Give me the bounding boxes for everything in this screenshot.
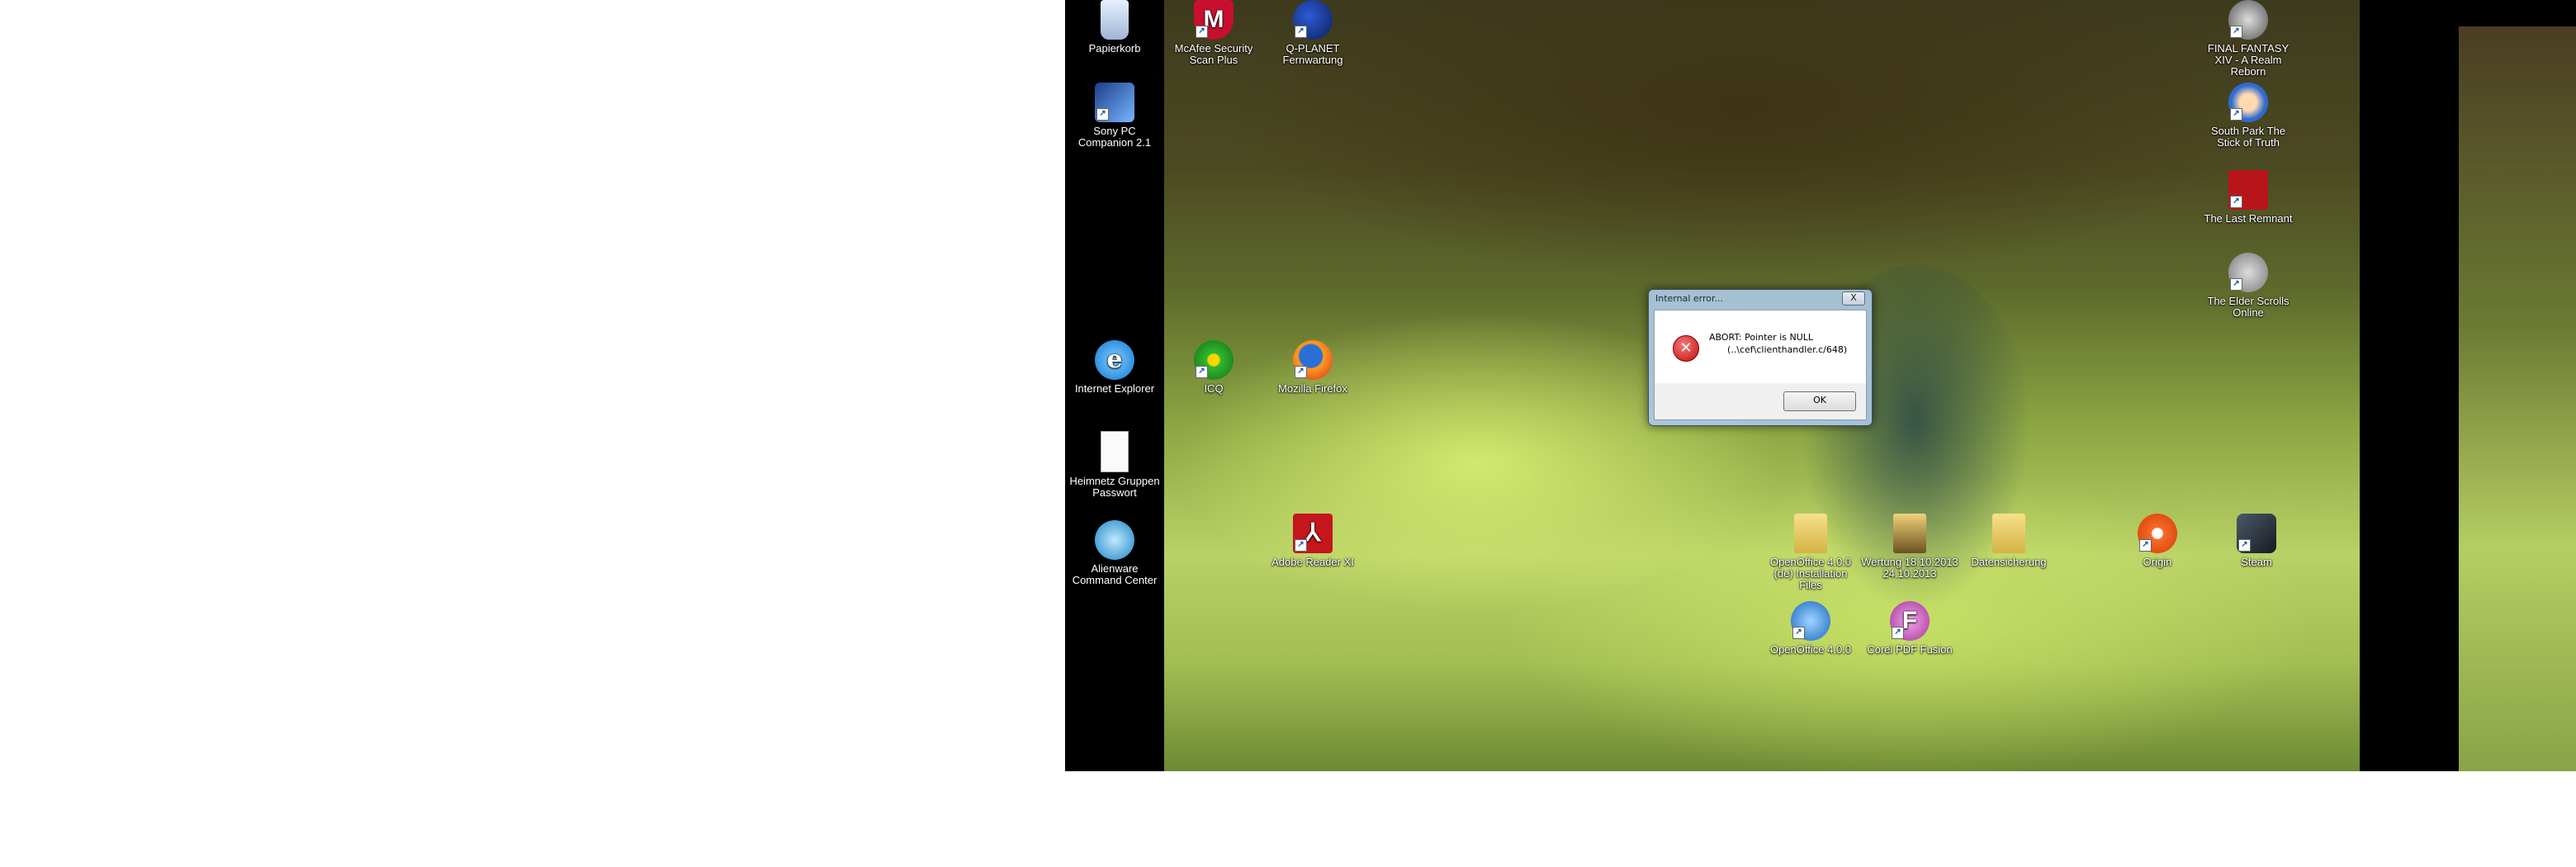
desktop-icon-label: Q-PLANET Fernwartung: [1282, 42, 1343, 66]
desktop-icon-adobe-reader[interactable]: ⅄ ↗ Adobe Reader XI: [1264, 514, 1361, 568]
secondary-wallpaper: [2459, 26, 2576, 771]
sony-pc-companion-icon: ↗: [1095, 83, 1134, 122]
shortcut-arrow-icon: ↗: [2238, 539, 2251, 552]
shortcut-arrow-icon: ↗: [1295, 26, 1307, 38]
folder-icon: [1794, 514, 1827, 553]
desktop-icon-label: The Last Remnant: [2204, 212, 2293, 225]
dialog-close-button[interactable]: X: [1842, 291, 1865, 306]
desktop-icon-corel-pdf-fusion[interactable]: F ↗ Corel PDF Fusion: [1861, 601, 1958, 656]
desktop-icon-south-park[interactable]: ↗ South Park The Stick of Truth: [2200, 83, 2297, 149]
desktop-icon-origin[interactable]: ↗ Origin: [2109, 514, 2206, 568]
desktop-icon-label: Origin: [2143, 556, 2172, 568]
shortcut-arrow-icon: ↗: [1295, 366, 1307, 378]
desktop-icon-label: Datensicherung: [1971, 556, 2047, 568]
desktop-icon-recycle-bin[interactable]: Papierkorb: [1066, 0, 1163, 54]
shortcut-arrow-icon: ↗: [2230, 278, 2242, 291]
desktop-icon-label: FINAL FANTASY XIV - A Realm Reborn: [2207, 42, 2290, 78]
elder-scrolls-online-icon: ↗: [2228, 253, 2268, 292]
dialog-button-bar: OK: [1655, 383, 1866, 419]
desktop-icon-label: The Elder Scrolls Online: [2207, 295, 2290, 319]
shortcut-arrow-icon: ↗: [1096, 108, 1109, 121]
desktop-icon-wertung-folder[interactable]: Wertung 18.10.2013 24.10.2013: [1861, 514, 1958, 580]
desktop-icon-elder-scrolls-online[interactable]: ↗ The Elder Scrolls Online: [2200, 253, 2297, 319]
adobe-reader-icon: ⅄ ↗: [1293, 514, 1333, 553]
desktop-icon-steam[interactable]: ↗ Steam: [2208, 514, 2305, 568]
qplanet-icon: ↗: [1293, 0, 1333, 40]
folder-icon: [1893, 514, 1926, 553]
text-document-icon: [1101, 431, 1129, 472]
ok-button[interactable]: OK: [1783, 391, 1856, 411]
internet-explorer-icon: e: [1095, 340, 1134, 380]
shortcut-arrow-icon: ↗: [1196, 26, 1208, 38]
shortcut-arrow-icon: ↗: [2230, 196, 2242, 208]
desktop-icon-datensicherung[interactable]: Datensicherung: [1960, 514, 2057, 568]
shortcut-arrow-icon: ↗: [2230, 108, 2242, 121]
desktop-icon-sony-pc-companion[interactable]: ↗ Sony PC Companion 2.1: [1066, 83, 1163, 149]
secondary-monitor-desktop: [2360, 0, 2576, 771]
corel-pdf-fusion-icon: F ↗: [1890, 601, 1930, 641]
error-icon: ✕: [1673, 335, 1699, 362]
shortcut-arrow-icon: ↗: [1892, 627, 1904, 639]
desktop-icon-label: South Park The Stick of Truth: [2210, 125, 2286, 149]
desktop-icon-label: McAfee Security Scan Plus: [1174, 42, 1253, 66]
desktop-icon-firefox[interactable]: ↗ Mozilla Firefox: [1264, 340, 1361, 395]
shortcut-arrow-icon: ↗: [1792, 627, 1805, 639]
alienware-icon: [1095, 520, 1134, 560]
openoffice-icon: ↗: [1791, 601, 1830, 641]
desktop-icon-final-fantasy-xiv[interactable]: ↗ FINAL FANTASY XIV - A Realm Reborn: [2200, 0, 2297, 78]
desktop-icon-label: Steam: [2241, 556, 2272, 568]
desktop-icon-label: Papierkorb: [1088, 42, 1141, 54]
desktop-icon-label: ICQ: [1204, 382, 1224, 395]
shortcut-arrow-icon: ↗: [1196, 366, 1208, 378]
desktop-icon-label: OpenOffice 4.0.0 (de) Installation Files: [1769, 556, 1852, 591]
desktop-icon-last-remnant[interactable]: ↗ The Last Remnant: [2200, 170, 2297, 225]
firefox-icon: ↗: [1293, 340, 1333, 380]
desktop-icon-label: Sony PC Companion 2.1: [1077, 125, 1152, 149]
desktop-icon-label: OpenOffice 4.0.0: [1769, 643, 1852, 656]
dialog-message-line1: ABORT: Pointer is NULL: [1709, 332, 1814, 343]
shortcut-arrow-icon: ↗: [2139, 539, 2152, 552]
internal-error-dialog: Internal error... X ✕ ABORT: Pointer is …: [1648, 289, 1873, 426]
south-park-icon: ↗: [2228, 83, 2268, 122]
desktop-icon-label: Alienware Command Center: [1072, 562, 1158, 586]
recycle-bin-icon: [1101, 0, 1129, 40]
shortcut-arrow-icon: ↗: [1295, 539, 1307, 552]
desktop-icon-heimnetz-passwort[interactable]: Heimnetz Gruppen Passwort: [1066, 431, 1163, 499]
desktop-icon-label: Mozilla Firefox: [1278, 382, 1347, 395]
desktop-icon-openoffice[interactable]: ↗ OpenOffice 4.0.0: [1762, 601, 1859, 656]
final-fantasy-xiv-icon: ↗: [2228, 0, 2268, 40]
desktop-icon-label: Adobe Reader XI: [1271, 556, 1354, 568]
dialog-message-line2: (..\cef\clienthandler.c/648): [1727, 344, 1848, 355]
desktop-icon-label: Wertung 18.10.2013 24.10.2013: [1861, 556, 1958, 580]
desktop-icon-openoffice-installation-files[interactable]: OpenOffice 4.0.0 (de) Installation Files: [1762, 514, 1859, 591]
origin-icon: ↗: [2138, 514, 2177, 553]
steam-icon: ↗: [2237, 514, 2276, 553]
folder-icon: [1992, 514, 2025, 553]
desktop-icon-label: Corel PDF Fusion: [1867, 643, 1953, 656]
last-remnant-icon: ↗: [2228, 170, 2268, 210]
desktop-icon-label: Internet Explorer: [1074, 382, 1155, 395]
dialog-title: Internal error...: [1655, 293, 1724, 304]
desktop-icon-label: Heimnetz Gruppen Passwort: [1069, 475, 1160, 499]
desktop-icon-mcafee[interactable]: M ↗ McAfee Security Scan Plus: [1165, 0, 1262, 66]
mcafee-icon: M ↗: [1194, 0, 1234, 40]
desktop-icon-alienware[interactable]: Alienware Command Center: [1066, 520, 1163, 586]
dialog-body: ✕ ABORT: Pointer is NULL (..\cef\clienth…: [1654, 310, 1867, 420]
desktop-icon-qplanet[interactable]: ↗ Q-PLANET Fernwartung: [1264, 0, 1361, 66]
icq-icon: ↗: [1194, 340, 1234, 380]
desktop-icon-internet-explorer[interactable]: e Internet Explorer: [1066, 340, 1163, 395]
shortcut-arrow-icon: ↗: [2230, 26, 2242, 38]
desktop-icon-icq[interactable]: ↗ ICQ: [1165, 340, 1262, 395]
